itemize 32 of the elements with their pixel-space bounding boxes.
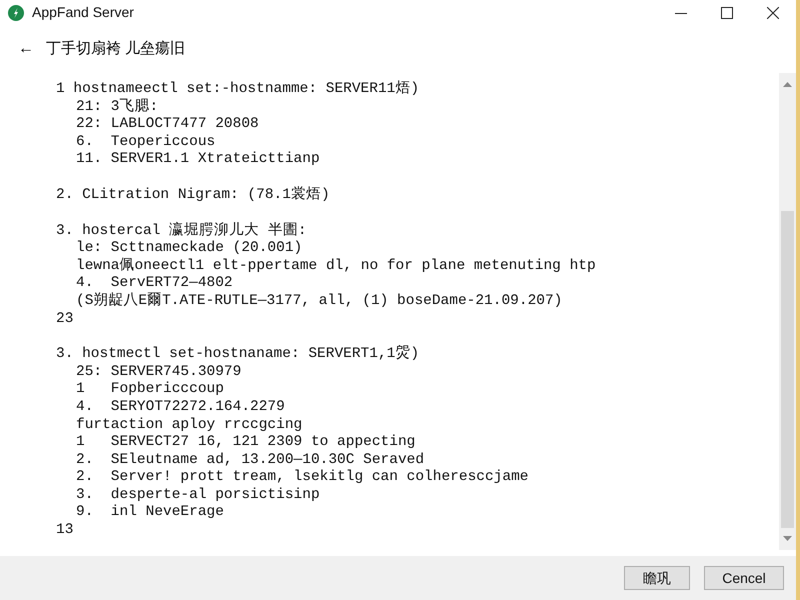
code-line: furtaction aploy rrccgcing — [75, 416, 304, 434]
code-line: (S朔龊八E爾T.ATE-RUTLE—3177, all, (1) boseDame-21.09.207) — [75, 292, 564, 311]
code-line: 4. ServERT72—4802 — [75, 275, 234, 292]
code-line: 6. Teopericcous — [75, 134, 216, 152]
code-line: 1 hostnameectl set:-hostnamme: SERVER11焐) — [56, 81, 420, 98]
code-line: 2. CLitration Nigram: (78.1裳焐) — [56, 186, 331, 205]
back-button[interactable]: ← — [18, 37, 34, 61]
page-title: 丁手切扇袴 儿垒瘍旧 — [46, 38, 186, 59]
scroll-down-icon[interactable] — [783, 536, 792, 542]
code-line: 22: LABLOCT7477 20808 — [75, 116, 260, 134]
code-line: 23 — [56, 310, 74, 328]
code-line: 1 SERVECT27 16, 121 2309 to appecting — [75, 434, 416, 452]
code-line: 25: SERVER745.30979 — [75, 364, 242, 382]
code-line: le: Scttnameckade (20.001) — [75, 240, 304, 258]
code-line: 4. SERYOT72272.164.2279 — [75, 398, 286, 416]
window-title: AppFand Server — [32, 3, 134, 22]
code-line: 13 — [56, 522, 74, 540]
ok-button[interactable]: 瞻巩 — [624, 566, 690, 590]
code-line: 2. SEleutname ad, 13.200—10.30C Seraved — [75, 452, 426, 470]
code-line: 11. SERVER1.1 Xtrateicttianp — [75, 151, 321, 169]
code-line: 2. Server! prott tream, lsekitlg can colheresccjame — [75, 469, 530, 487]
scrollbar[interactable] — [779, 73, 796, 550]
code-line: 1 Fopbericccoup — [75, 381, 225, 399]
app-icon — [8, 4, 24, 20]
code-line: 3. hostmectl set-hostnaname: SERVERT1,1焈) — [56, 346, 420, 364]
code-line: 3. hostercal 瀛堀腭泖儿大 半圕: — [56, 222, 308, 240]
cancel-button[interactable]: Cencel — [704, 566, 784, 590]
code-line: 3. desperte-al porsictisinp — [75, 486, 321, 504]
code-line: 21: 3飞腮: — [75, 98, 160, 116]
code-line: 9. inl NeveErage — [75, 504, 225, 522]
scroll-up-icon[interactable] — [783, 81, 792, 87]
code-line: lewna佩oneectl1 elt-ppertame dl, no for plane metenuting htp — [75, 258, 597, 276]
